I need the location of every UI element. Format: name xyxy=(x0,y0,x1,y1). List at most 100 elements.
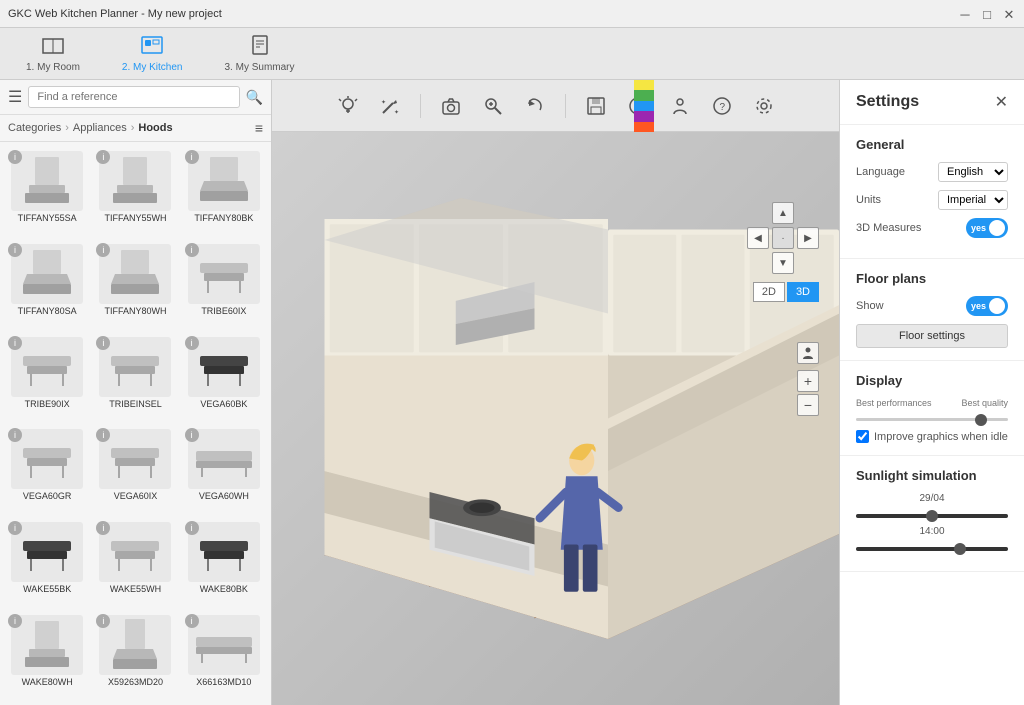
nav-up-button[interactable]: ▲ xyxy=(772,202,794,224)
settings-floor-plans: Floor plans Show yes Floor settings xyxy=(840,259,1024,361)
product-name: TIFFANY80SA xyxy=(18,306,77,316)
toggle-knob xyxy=(989,220,1005,236)
nav-controls: ▲ ◀ · ▶ ▼ xyxy=(747,202,819,280)
floor-settings-button[interactable]: Floor settings xyxy=(856,324,1008,348)
menu-icon[interactable]: ☰ xyxy=(8,87,22,107)
bulb-button[interactable] xyxy=(332,90,364,122)
measures-yes-label: yes xyxy=(971,223,986,233)
product-image xyxy=(11,429,83,489)
magic-wand-button[interactable]: ✦✦ xyxy=(374,90,406,122)
language-select[interactable]: English French German xyxy=(938,162,1008,182)
3d-view: ▲ ◀ · ▶ ▼ 2D 3D + xyxy=(272,132,839,705)
undo-button[interactable] xyxy=(519,90,551,122)
product-info-icon[interactable]: i xyxy=(185,336,199,350)
titlebar: GKC Web Kitchen Planner - My new project… xyxy=(0,0,1024,28)
product-item-tiffany80bk[interactable]: i TIFFANY80BK xyxy=(181,146,267,237)
tab-summary[interactable]: 3. My Summary xyxy=(209,31,311,77)
sunlight-time-slider[interactable] xyxy=(856,547,1008,551)
sunlight-date-slider[interactable] xyxy=(856,514,1008,518)
toolbar-separator-1 xyxy=(420,94,421,118)
zoom-out-button[interactable]: − xyxy=(797,394,819,416)
product-name: WAKE55BK xyxy=(23,584,71,594)
product-item-tribeinsel[interactable]: i TRIBEINSEL xyxy=(92,332,178,423)
product-image xyxy=(99,522,171,582)
product-item-tiffany55sa[interactable]: i TIFFANY55SA xyxy=(4,146,90,237)
units-select[interactable]: Imperial Metric xyxy=(938,190,1008,210)
search-icon[interactable]: 🔍 xyxy=(246,89,263,106)
breadcrumb-hoods[interactable]: Hoods xyxy=(138,122,172,134)
product-item-wake55wh[interactable]: i WAKE55WH xyxy=(92,517,178,608)
3d-view-button[interactable]: 3D xyxy=(787,282,819,302)
product-info-icon[interactable]: i xyxy=(96,336,110,350)
minimize-button[interactable]: ─ xyxy=(958,7,972,21)
product-item-x66163md10[interactable]: i X66163MD10 xyxy=(181,610,267,701)
product-info-icon[interactable]: i xyxy=(8,243,22,257)
svg-text:?: ? xyxy=(719,102,725,113)
product-item-vega60wh[interactable]: i VEGA60WH xyxy=(181,424,267,515)
breadcrumb-categories[interactable]: Categories xyxy=(8,122,61,134)
tab-kitchen[interactable]: 2. My Kitchen xyxy=(106,31,199,77)
language-row: Language English French German xyxy=(856,162,1008,182)
show-toggle[interactable]: yes xyxy=(966,296,1008,316)
product-item-tiffany80wh[interactable]: i TIFFANY80WH xyxy=(92,239,178,330)
product-name: TIFFANY80BK xyxy=(194,213,253,223)
improve-idle-checkbox[interactable] xyxy=(856,430,869,443)
product-name: VEGA60BK xyxy=(200,399,247,409)
color-green xyxy=(634,90,654,100)
settings-button[interactable] xyxy=(748,90,780,122)
nav-down-button[interactable]: ▼ xyxy=(772,252,794,274)
tab-room[interactable]: 1. My Room xyxy=(10,31,96,77)
help-button[interactable]: ? xyxy=(706,90,738,122)
measures-row: 3D Measures yes xyxy=(856,218,1008,238)
save-button[interactable] xyxy=(580,90,612,122)
person-button[interactable] xyxy=(664,90,696,122)
color-band xyxy=(634,80,654,132)
product-item-vega60ix[interactable]: i VEGA60IX xyxy=(92,424,178,515)
measures-toggle[interactable]: yes xyxy=(966,218,1008,238)
product-name: TRIBE60IX xyxy=(201,306,246,316)
product-item-vega60gr[interactable]: i VEGA60GR xyxy=(4,424,90,515)
product-item-tribe60ix[interactable]: i TRIBE60IX xyxy=(181,239,267,330)
product-info-icon[interactable]: i xyxy=(185,614,199,628)
settings-panel: Settings ✕ General Language English Fren… xyxy=(839,80,1024,705)
product-item-tribe90ix[interactable]: i TRIBE90IX xyxy=(4,332,90,423)
maximize-button[interactable]: □ xyxy=(980,7,994,21)
nav-left-button[interactable]: ◀ xyxy=(747,227,769,249)
show-toggle-knob xyxy=(989,298,1005,314)
sunlight-time: 14:00 xyxy=(856,526,1008,537)
settings-header: Settings ✕ xyxy=(840,80,1024,125)
product-item-wake55bk[interactable]: i WAKE55BK xyxy=(4,517,90,608)
breadcrumb-appliances[interactable]: Appliances xyxy=(73,122,127,134)
show-yes-label: yes xyxy=(971,301,986,311)
product-image xyxy=(188,151,260,211)
nav-tabs: 1. My Room 2. My Kitchen 3. My Summary xyxy=(0,28,1024,80)
settings-close-button[interactable]: ✕ xyxy=(995,92,1008,112)
top-toolbar: ✦✦ xyxy=(272,80,839,132)
nav-diamond: ▲ ◀ · ▶ ▼ xyxy=(747,202,819,274)
settings-general: General Language English French German U… xyxy=(840,125,1024,259)
product-info-icon[interactable]: i xyxy=(185,243,199,257)
product-info-icon[interactable]: i xyxy=(185,150,199,164)
product-item-wake80bk[interactable]: i WAKE80BK xyxy=(181,517,267,608)
product-info-icon[interactable]: i xyxy=(8,150,22,164)
show-row: Show yes xyxy=(856,296,1008,316)
camera-button[interactable] xyxy=(435,90,467,122)
product-info-icon[interactable]: i xyxy=(8,336,22,350)
list-view-icon[interactable]: ≡ xyxy=(255,120,263,136)
product-item-x59263md20[interactable]: i X59263MD20 xyxy=(92,610,178,701)
quality-slider[interactable] xyxy=(856,418,1008,421)
product-item-vega60bk[interactable]: i VEGA60BK xyxy=(181,332,267,423)
zoom-in-button[interactable]: + xyxy=(797,370,819,392)
product-image xyxy=(99,429,171,489)
nav-center-button[interactable]: · xyxy=(772,227,794,249)
product-item-tiffany55wh[interactable]: i TIFFANY55WH xyxy=(92,146,178,237)
search-input[interactable] xyxy=(28,86,239,108)
2d-view-button[interactable]: 2D xyxy=(753,282,785,302)
product-item-wake80wh[interactable]: i WAKE80WH xyxy=(4,610,90,701)
close-button[interactable]: ✕ xyxy=(1002,7,1016,21)
nav-right-button[interactable]: ▶ xyxy=(797,227,819,249)
zoom-button[interactable] xyxy=(477,90,509,122)
sunlight-title: Sunlight simulation xyxy=(856,468,1008,483)
product-info-icon[interactable]: i xyxy=(185,521,199,535)
product-item-tiffany80sa[interactable]: i TIFFANY80SA xyxy=(4,239,90,330)
